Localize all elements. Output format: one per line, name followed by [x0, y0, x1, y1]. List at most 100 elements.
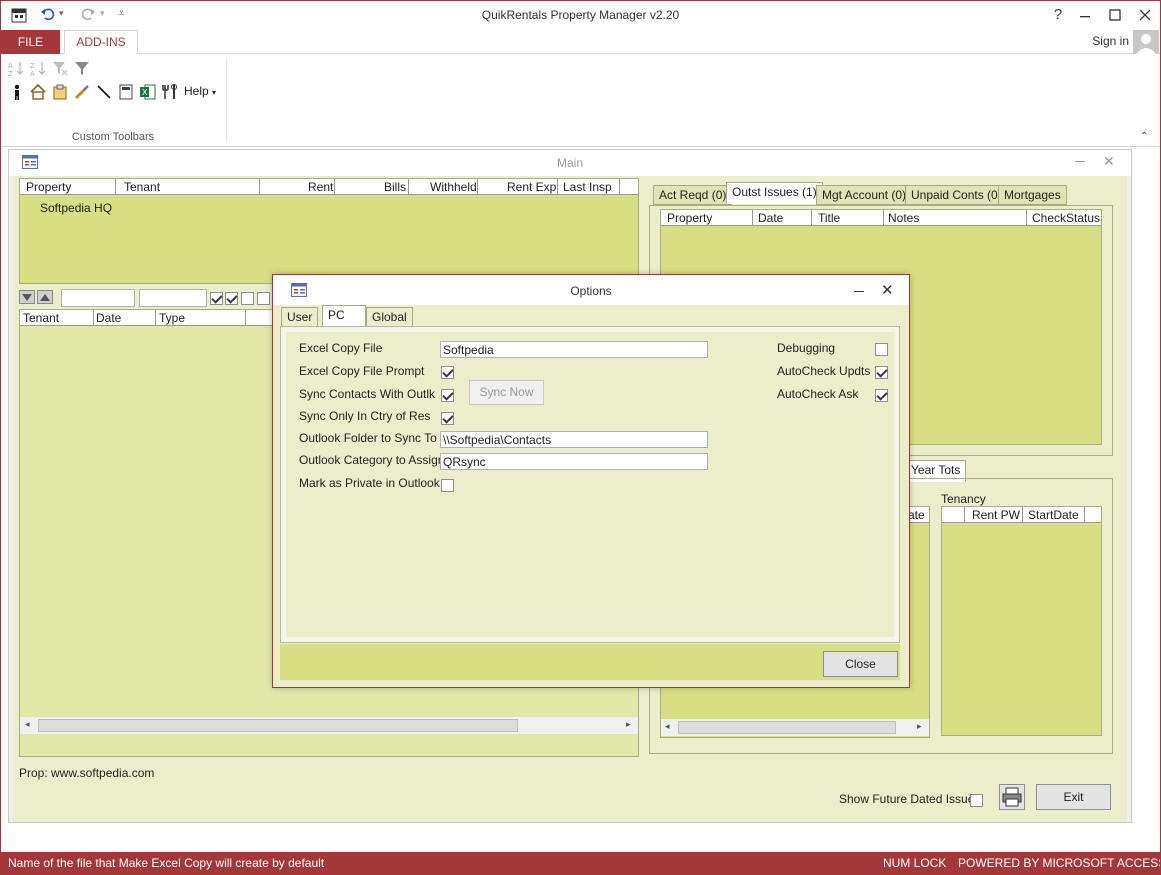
title-bar: ▾ ▾ ⩡ QuikRentals Property Manager v2.20… — [0, 0, 1161, 30]
options-close-icon[interactable]: ✕ — [881, 281, 894, 299]
list-item[interactable]: Softpedia HQ — [40, 201, 112, 215]
year-tots-scrollbar[interactable]: ◂ ▸ — [661, 719, 929, 736]
col-last-insp[interactable]: Last Insp — [563, 180, 612, 194]
ribbon-tab-strip: FILE ADD-INS Sign in — [0, 30, 1161, 55]
col-withheld[interactable]: Withheld — [430, 180, 477, 194]
svg-text:Z: Z — [8, 70, 13, 76]
sync-now-button[interactable]: Sync Now — [469, 380, 544, 405]
status-message: Name of the file that Make Excel Copy wi… — [8, 856, 325, 870]
status-bar: Name of the file that Make Excel Copy wi… — [0, 852, 1161, 875]
clear-filter-icon[interactable] — [52, 60, 68, 76]
tab-file[interactable]: FILE — [1, 30, 60, 54]
col-issue-property[interactable]: Property — [667, 211, 712, 225]
line-tool-icon[interactable] — [96, 84, 112, 100]
col-tenant-2[interactable]: Tenant — [23, 311, 59, 325]
sort-ascending-icon[interactable]: AZ — [8, 60, 24, 76]
filter-checkbox-1[interactable] — [210, 292, 223, 305]
col-property[interactable]: Property — [26, 180, 71, 194]
exit-button[interactable]: Exit — [1036, 784, 1111, 810]
close-button[interactable] — [1131, 4, 1159, 26]
scroll-right-icon[interactable]: ▸ — [917, 721, 922, 732]
tab-add-ins[interactable]: ADD-INS — [64, 30, 138, 55]
col-start-date[interactable]: StartDate — [1028, 508, 1079, 522]
svg-text:Z: Z — [30, 62, 35, 70]
autocheck-ask-checkbox[interactable] — [875, 389, 888, 402]
sync-only-checkbox[interactable] — [441, 412, 454, 425]
sort-up-button[interactable] — [37, 290, 53, 304]
main-minimize-button[interactable] — [1075, 161, 1085, 162]
filter-checkbox-2[interactable] — [225, 292, 238, 305]
sign-in-link[interactable]: Sign in — [1092, 34, 1129, 48]
scroll-thumb[interactable] — [38, 719, 518, 732]
col-bills[interactable]: Bills — [384, 180, 406, 194]
scroll-thumb[interactable] — [678, 721, 896, 734]
filter-input-1[interactable] — [61, 289, 135, 307]
tab-outst-issues[interactable]: Outst Issues (1) — [726, 182, 823, 204]
property-list-header: Property Tenant Rent Bills Withheld Rent… — [20, 179, 638, 195]
person-icon[interactable] — [9, 84, 25, 100]
activity-list-scrollbar[interactable]: ◂ ▸ — [20, 717, 638, 734]
tools-icon[interactable] — [162, 84, 178, 100]
sync-contacts-checkbox[interactable] — [441, 389, 454, 402]
filter-input-2[interactable] — [139, 289, 207, 307]
col-issue-checkstatus[interactable]: CheckStatus — [1032, 211, 1100, 225]
house-icon[interactable] — [30, 84, 46, 100]
col-tenant[interactable]: Tenant — [124, 180, 160, 194]
svg-text:X: X — [142, 88, 148, 97]
col-type[interactable]: Type — [159, 311, 185, 325]
clipboard-icon[interactable] — [52, 84, 68, 100]
powered-by-label: POWERED BY MICROSOFT ACCESS — [958, 856, 1161, 870]
maximize-button[interactable] — [1101, 4, 1129, 26]
excel-copy-prompt-checkbox[interactable] — [441, 366, 454, 379]
col-date-partial[interactable]: ate — [908, 508, 925, 522]
scroll-left-icon[interactable]: ◂ — [665, 721, 670, 732]
col-date[interactable]: Date — [96, 311, 121, 325]
filter-checkbox-4[interactable] — [257, 292, 270, 305]
col-rent-exp[interactable]: Rent Exp — [507, 180, 556, 194]
filter-checkbox-3[interactable] — [241, 292, 254, 305]
help-button[interactable]: ? — [1044, 4, 1072, 26]
property-list[interactable]: Property Tenant Rent Bills Withheld Rent… — [19, 178, 639, 284]
col-issue-title[interactable]: Title — [818, 211, 840, 225]
collapse-ribbon-icon[interactable]: ⌃ — [1140, 131, 1148, 142]
tab-act-reqd[interactable]: Act Reqd (0) — [653, 185, 733, 205]
show-future-checkbox[interactable] — [970, 794, 983, 807]
tenancy-header: Rent PW StartDate — [942, 507, 1101, 523]
minimize-button[interactable] — [1071, 4, 1099, 26]
scroll-left-icon[interactable]: ◂ — [25, 719, 30, 730]
main-close-button[interactable]: ✕ — [1103, 153, 1115, 170]
tab-global[interactable]: Global — [366, 307, 413, 327]
calculator-icon[interactable] — [118, 84, 134, 100]
debugging-checkbox[interactable] — [875, 343, 888, 356]
tab-user[interactable]: User — [281, 307, 319, 327]
col-issue-notes[interactable]: Notes — [888, 211, 919, 225]
col-issue-date[interactable]: Date — [758, 211, 783, 225]
tab-pc[interactable]: PC — [322, 305, 366, 327]
excel-copy-file-field[interactable]: Softpedia — [440, 341, 708, 358]
brush-icon[interactable] — [74, 84, 90, 100]
avatar[interactable] — [1133, 30, 1159, 54]
excel-icon[interactable]: X — [140, 84, 156, 100]
debugging-label: Debugging — [777, 341, 836, 355]
autocheck-updts-checkbox[interactable] — [875, 366, 888, 379]
mark-private-checkbox[interactable] — [441, 479, 454, 492]
options-dialog: Options ✕ User PC Global Excel Copy File… — [272, 274, 910, 688]
filter-icon[interactable] — [74, 60, 90, 76]
col-rent[interactable]: Rent — [308, 180, 333, 194]
print-button[interactable] — [999, 784, 1025, 810]
mark-private-label: Mark as Private in Outlook — [299, 476, 440, 490]
options-minimize-button[interactable] — [854, 291, 864, 292]
sort-down-button[interactable] — [19, 290, 35, 304]
tab-unpaid-conts[interactable]: Unpaid Conts (0) — [905, 185, 1008, 205]
col-rent-pw[interactable]: Rent PW — [972, 508, 1020, 522]
outlook-category-field[interactable]: QRsync — [440, 453, 708, 470]
scroll-right-icon[interactable]: ▸ — [626, 719, 631, 730]
sort-descending-icon[interactable]: ZA — [30, 60, 46, 76]
tab-mgt-account[interactable]: Mgt Account (0) — [816, 185, 913, 205]
tenancy-list[interactable]: Rent PW StartDate — [941, 506, 1102, 736]
tab-mortgages[interactable]: Mortgages — [998, 185, 1067, 205]
outlook-folder-field[interactable]: \\Softpedia\Contacts — [440, 431, 708, 448]
help-menu[interactable]: Help ▾ — [184, 84, 216, 98]
window-title: QuikRentals Property Manager v2.20 — [481, 8, 680, 22]
close-options-button[interactable]: Close — [823, 651, 898, 677]
